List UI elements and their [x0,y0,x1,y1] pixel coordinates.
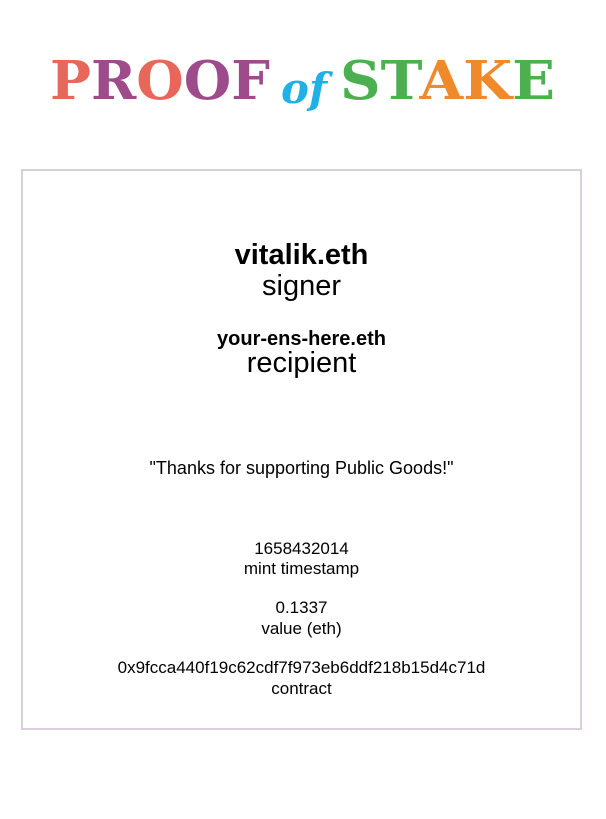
contract-address-value: 0x9fcca440f19c62cdf7f973eb6ddf218b15d4c7… [117,658,486,677]
message-text: "Thanks for supporting Public Goods!" [149,458,454,478]
value-eth-label: value (eth) [261,619,342,638]
recipient-label: recipient [246,347,357,379]
logo-of: of [281,64,334,113]
logo-letter-r: R [91,50,137,112]
logo-letter-a: A [418,50,464,112]
proof-of-stake-logo: PROOF of STAKE [50,50,555,113]
logo-letter-o1: O [136,50,183,112]
logo-letter-e: E [512,50,555,112]
logo-letter-o2: O [184,50,231,112]
attestation-card: vitalik.eth signer your-ens-here.eth rec… [21,169,582,730]
contract-label: contract [271,679,332,698]
signer-label: signer [262,270,341,302]
logo-letter-p: P [50,50,91,112]
svg-text:STAKE: STAKE [340,50,555,112]
logo-letter-s: S [340,50,381,112]
signer-name: vitalik.eth [234,239,369,271]
mint-timestamp-label: mint timestamp [243,559,360,578]
svg-text:PROOF: PROOF [50,50,270,112]
logo-letter-f: F [231,50,270,112]
value-eth-value: 0.1337 [275,598,328,617]
logo-letter-t: T [381,50,422,112]
logo-letter-k: K [463,50,514,112]
mint-timestamp-value: 1658432014 [254,539,349,558]
